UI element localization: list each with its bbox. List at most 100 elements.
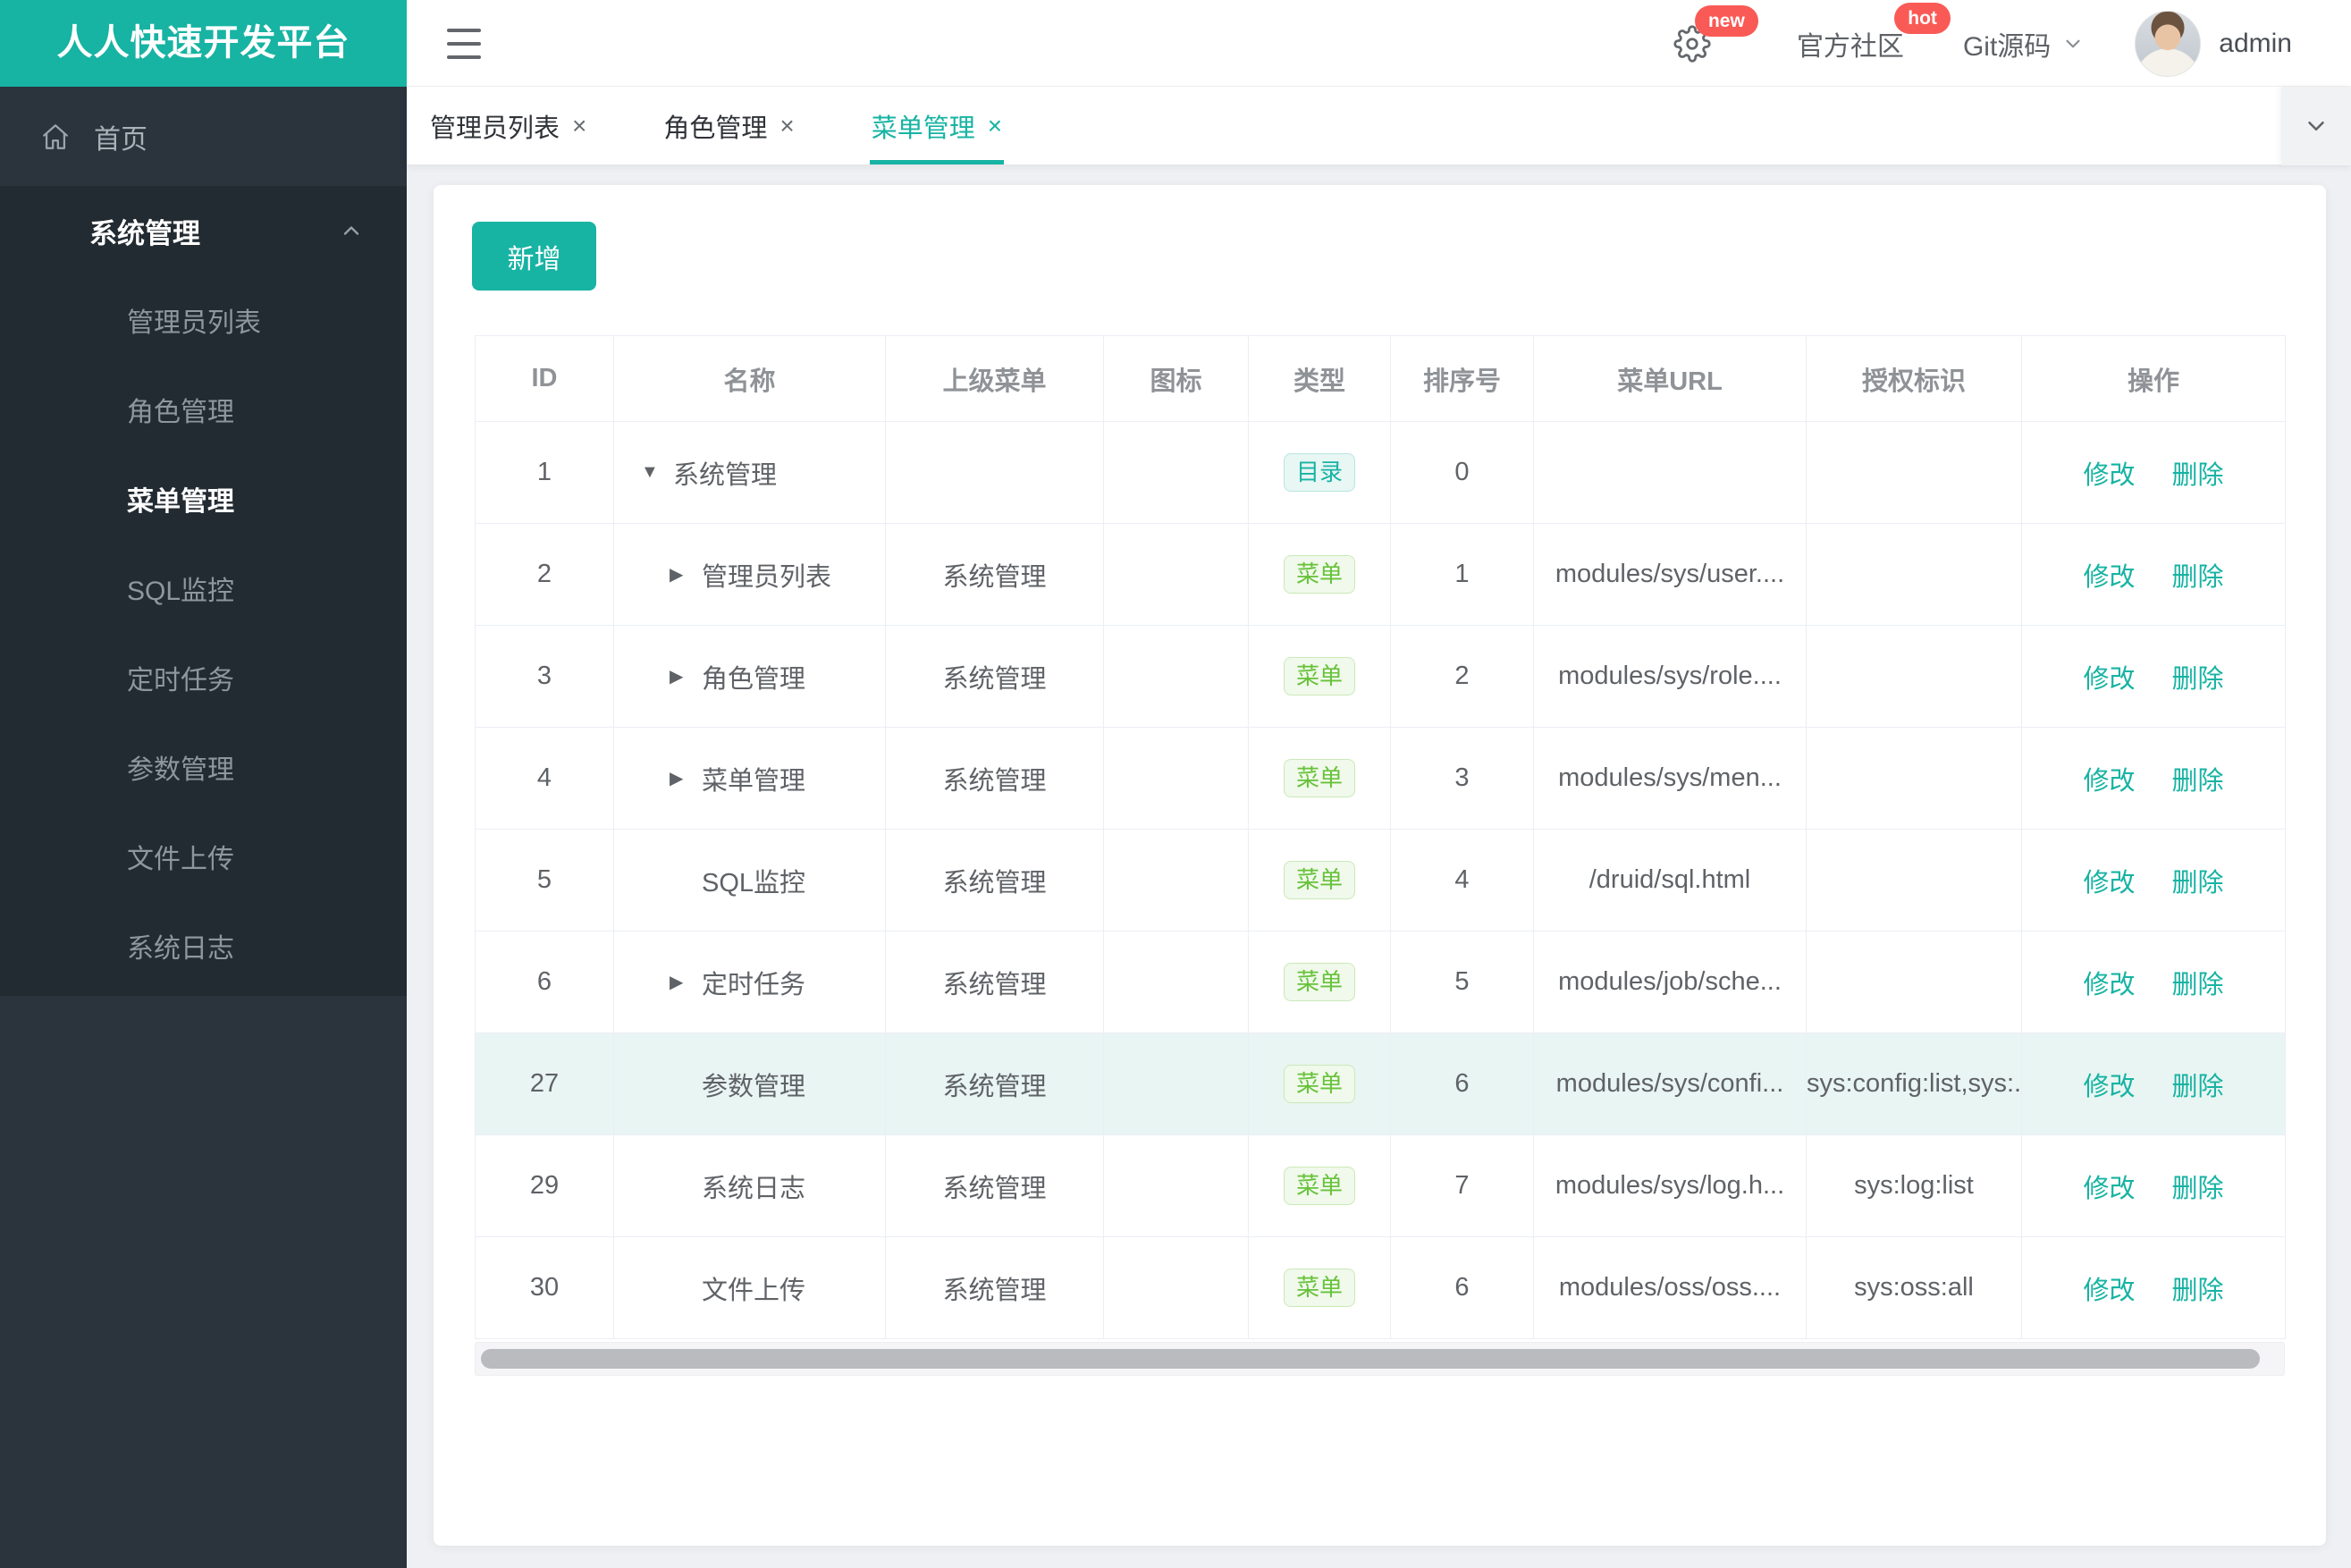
sidebar-item[interactable]: 管理员列表 bbox=[0, 275, 407, 365]
cell-name: ▼ 系统管理 bbox=[613, 421, 886, 524]
delete-link[interactable]: 删除 bbox=[2172, 869, 2224, 898]
tab[interactable]: 角色管理 × bbox=[663, 87, 794, 164]
column-header: 排序号 bbox=[1390, 335, 1534, 422]
expand-arrow-icon[interactable]: ▶ bbox=[670, 563, 702, 586]
edit-link[interactable]: 修改 bbox=[2083, 869, 2135, 898]
sidebar-item[interactable]: 定时任务 bbox=[0, 633, 407, 722]
edit-link[interactable]: 修改 bbox=[2083, 1073, 2135, 1101]
sidebar-group-label: 系统管理 bbox=[89, 217, 200, 249]
expand-arrow-icon[interactable]: ▼ bbox=[641, 462, 673, 483]
cell-perm bbox=[1806, 727, 2022, 830]
delete-link[interactable]: 删除 bbox=[2172, 1175, 2224, 1203]
cell-id: 2 bbox=[475, 523, 614, 626]
cell-order: 0 bbox=[1390, 421, 1534, 524]
menu-table: ID 名称 上级菜单 图标 类型 排序号 菜单URL 授权标识 操作 1 ▼ 系… bbox=[475, 335, 2286, 1339]
cell-actions: 修改 删除 bbox=[2021, 727, 2286, 830]
cell-parent: 系统管理 bbox=[885, 1033, 1104, 1135]
cell-icon bbox=[1103, 1236, 1249, 1339]
delete-link[interactable]: 删除 bbox=[2172, 767, 2224, 796]
delete-link[interactable]: 删除 bbox=[2172, 971, 2224, 999]
delete-link[interactable]: 删除 bbox=[2172, 1073, 2224, 1101]
sidebar-item[interactable]: 系统日志 bbox=[0, 901, 407, 991]
menu-name: 参数管理 bbox=[702, 1072, 806, 1101]
menu-toggle-button[interactable] bbox=[447, 26, 483, 62]
topbar-right: new 官方社区 hot Git源码 admin bbox=[1673, 0, 2292, 87]
cell-perm: sys:oss:all bbox=[1806, 1236, 2022, 1339]
horizontal-scrollbar[interactable] bbox=[475, 1342, 2285, 1376]
expand-arrow-icon[interactable]: ▶ bbox=[670, 665, 702, 687]
cell-type: 菜单 bbox=[1248, 1236, 1391, 1339]
expand-arrow-icon[interactable]: ▶ bbox=[670, 971, 702, 993]
cell-order: 5 bbox=[1390, 931, 1534, 1033]
cell-name: ▶ 管理员列表 bbox=[613, 523, 886, 626]
cell-perm: sys:log:list bbox=[1806, 1134, 2022, 1237]
community-link[interactable]: 官方社区 hot bbox=[1797, 2, 1951, 63]
cell-parent: 系统管理 bbox=[885, 931, 1104, 1033]
delete-link[interactable]: 删除 bbox=[2172, 1277, 2224, 1305]
cell-icon bbox=[1103, 625, 1249, 728]
cell-url: modules/sys/men... bbox=[1533, 727, 1807, 830]
add-button[interactable]: 新增 bbox=[472, 222, 596, 291]
sidebar-group-header[interactable]: 系统管理 bbox=[0, 186, 407, 275]
sidebar-item-label: 角色管理 bbox=[127, 398, 234, 427]
sidebar-item[interactable]: SQL监控 bbox=[0, 544, 407, 633]
cell-id: 6 bbox=[475, 931, 614, 1033]
sidebar-item-home[interactable]: 首页 bbox=[0, 87, 407, 186]
cell-parent: 系统管理 bbox=[885, 727, 1104, 830]
cell-url: modules/sys/role.... bbox=[1533, 625, 1807, 728]
cell-name: ▶ 定时任务 bbox=[613, 931, 886, 1033]
git-source-dropdown[interactable]: Git源码 bbox=[1963, 24, 2085, 63]
type-badge: 菜单 bbox=[1283, 1065, 1355, 1103]
delete-link[interactable]: 删除 bbox=[2172, 461, 2224, 490]
cell-url: /druid/sql.html bbox=[1533, 829, 1807, 932]
edit-link[interactable]: 修改 bbox=[2083, 563, 2135, 592]
edit-link[interactable]: 修改 bbox=[2083, 1277, 2135, 1305]
sidebar-item[interactable]: 文件上传 bbox=[0, 812, 407, 901]
settings-button[interactable]: new bbox=[1673, 4, 1758, 63]
edit-link[interactable]: 修改 bbox=[2083, 767, 2135, 796]
type-badge: 菜单 bbox=[1283, 1167, 1355, 1205]
tabs-overflow-button[interactable] bbox=[2281, 87, 2351, 165]
tab[interactable]: 菜单管理 × bbox=[869, 87, 1005, 164]
cell-name: 系统日志 bbox=[613, 1134, 886, 1237]
delete-link[interactable]: 删除 bbox=[2172, 563, 2224, 592]
sidebar-item[interactable]: 参数管理 bbox=[0, 722, 407, 812]
close-icon[interactable]: × bbox=[988, 113, 1002, 139]
menu-table-wrap: ID 名称 上级菜单 图标 类型 排序号 菜单URL 授权标识 操作 1 ▼ 系… bbox=[475, 335, 2286, 1376]
cell-name: ▶ 角色管理 bbox=[613, 625, 886, 728]
edit-link[interactable]: 修改 bbox=[2083, 971, 2135, 999]
expand-arrow-icon[interactable]: ▶ bbox=[670, 767, 702, 789]
sidebar: 首页 系统管理 管理员列表 角色管理 菜单管理 SQL监控 定时任务 参数管理 … bbox=[0, 87, 407, 1568]
cell-icon bbox=[1103, 421, 1249, 524]
cell-perm bbox=[1806, 421, 2022, 524]
tab-label: 菜单管理 bbox=[871, 114, 975, 143]
edit-link[interactable]: 修改 bbox=[2083, 461, 2135, 490]
tabbar: 管理员列表 × 角色管理 × 菜单管理 × bbox=[407, 87, 2351, 165]
scrollbar-thumb[interactable] bbox=[481, 1349, 2260, 1369]
type-badge: 目录 bbox=[1283, 453, 1355, 492]
type-badge: 菜单 bbox=[1283, 555, 1355, 594]
menu-name: 管理员列表 bbox=[702, 562, 832, 592]
chevron-up-icon bbox=[343, 226, 359, 235]
cell-actions: 修改 删除 bbox=[2021, 421, 2286, 524]
column-header: 上级菜单 bbox=[885, 335, 1104, 422]
sidebar-item[interactable]: 角色管理 bbox=[0, 365, 407, 454]
close-icon[interactable]: × bbox=[572, 113, 586, 139]
cell-actions: 修改 删除 bbox=[2021, 1033, 2286, 1135]
sidebar-item[interactable]: 菜单管理 bbox=[0, 454, 407, 544]
cell-icon bbox=[1103, 727, 1249, 830]
username[interactable]: admin bbox=[2219, 29, 2292, 59]
cell-type: 菜单 bbox=[1248, 523, 1391, 626]
table-row: 6 ▶ 定时任务 系统管理 菜单 5 modules/job/sche... 修… bbox=[475, 931, 2286, 1033]
menu-name: 菜单管理 bbox=[702, 766, 806, 796]
edit-link[interactable]: 修改 bbox=[2083, 665, 2135, 694]
tab[interactable]: 管理员列表 × bbox=[430, 87, 586, 164]
cell-id: 1 bbox=[475, 421, 614, 524]
avatar[interactable] bbox=[2135, 10, 2202, 77]
close-icon[interactable]: × bbox=[779, 113, 794, 139]
edit-link[interactable]: 修改 bbox=[2083, 1175, 2135, 1203]
delete-link[interactable]: 删除 bbox=[2172, 665, 2224, 694]
table-row: 1 ▼ 系统管理 目录 0 修改 删除 bbox=[475, 421, 2286, 524]
cell-order: 1 bbox=[1390, 523, 1534, 626]
cell-type: 菜单 bbox=[1248, 625, 1391, 728]
